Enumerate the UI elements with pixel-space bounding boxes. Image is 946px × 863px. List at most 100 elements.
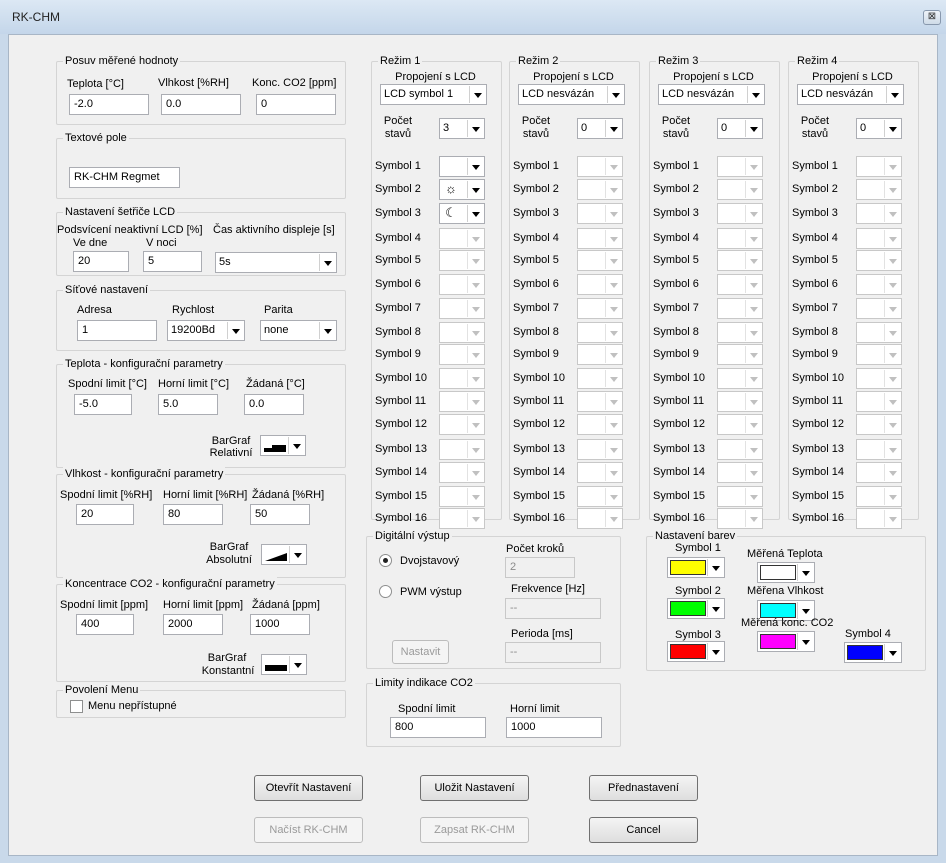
rezim-4-symbol-9-select[interactable] [856, 344, 902, 365]
teplota-bargraf-select[interactable] [260, 435, 306, 456]
rezim-3-pocet-select[interactable]: 0 [717, 118, 763, 139]
limity-horni-input[interactable]: 1000 [506, 717, 602, 738]
vlhkost-bargraf-select[interactable] [261, 544, 307, 565]
rezim-2-symbol-7-select[interactable] [577, 298, 623, 319]
co2-bargraf-select[interactable] [261, 654, 307, 675]
zapsat-rk-chm-button[interactable]: Zapsat RK-CHM [420, 817, 529, 843]
rezim-1-symbol-2-select[interactable]: ☼ [439, 179, 485, 200]
textove-pole-input[interactable]: RK-CHM Regmet [69, 167, 180, 188]
rezim-3-symbol-16-select[interactable] [717, 508, 763, 529]
rezim-1-symbol-11-select[interactable] [439, 391, 485, 412]
rezim-3-symbol-2-select[interactable] [717, 179, 763, 200]
rezim-1-symbol-15-select[interactable] [439, 486, 485, 507]
rezim-2-symbol-14-select[interactable] [577, 462, 623, 483]
posuv-vlhkost-input[interactable]: 0.0 [161, 94, 241, 115]
rezim-3-symbol-3-select[interactable] [717, 203, 763, 224]
rezim-3-symbol-13-select[interactable] [717, 439, 763, 460]
teplota-zadana-input[interactable]: 0.0 [244, 394, 304, 415]
rezim-4-symbol-11-select[interactable] [856, 391, 902, 412]
rezim-3-symbol-15-select[interactable] [717, 486, 763, 507]
teplota-spodni-input[interactable]: -5.0 [74, 394, 132, 415]
cas-aktivniho-select[interactable]: 5s [215, 252, 337, 273]
vlhkost-horni-input[interactable]: 80 [163, 504, 223, 525]
perioda-input[interactable]: -- [505, 642, 601, 663]
adresa-input[interactable]: 1 [77, 320, 157, 341]
rezim-2-symbol-3-select[interactable] [577, 203, 623, 224]
ulozit-nastaveni-button[interactable]: Uložit Nastavení [420, 775, 529, 801]
pocet-kroku-input[interactable]: 2 [505, 557, 575, 578]
co2-zadana-input[interactable]: 1000 [250, 614, 310, 635]
rezim-2-symbol-13-select[interactable] [577, 439, 623, 460]
rezim-3-lcd-select[interactable]: LCD nesvázán [658, 84, 765, 105]
rezim-2-symbol-8-select[interactable] [577, 322, 623, 343]
rezim-3-symbol-5-select[interactable] [717, 250, 763, 271]
barva-2-select[interactable] [667, 598, 725, 619]
rezim-1-symbol-9-select[interactable] [439, 344, 485, 365]
rezim-2-symbol-15-select[interactable] [577, 486, 623, 507]
co2-horni-input[interactable]: 2000 [163, 614, 223, 635]
rezim-2-symbol-9-select[interactable] [577, 344, 623, 365]
rezim-3-symbol-9-select[interactable] [717, 344, 763, 365]
nacist-rk-chm-button[interactable]: Načíst RK-CHM [254, 817, 363, 843]
barva-4-select[interactable] [757, 562, 815, 583]
rezim-1-symbol-14-select[interactable] [439, 462, 485, 483]
rezim-1-symbol-6-select[interactable] [439, 274, 485, 295]
rezim-2-lcd-select[interactable]: LCD nesvázán [518, 84, 625, 105]
rezim-2-symbol-12-select[interactable] [577, 414, 623, 435]
rezim-4-lcd-select[interactable]: LCD nesvázán [797, 84, 904, 105]
rezim-1-symbol-4-select[interactable] [439, 228, 485, 249]
prednastaveni-button[interactable]: Přednastavení [589, 775, 698, 801]
posuv-teplota-input[interactable]: -2.0 [69, 94, 149, 115]
rezim-4-symbol-3-select[interactable] [856, 203, 902, 224]
otevrit-nastaveni-button[interactable]: Otevřít Nastavení [254, 775, 363, 801]
rezim-3-symbol-10-select[interactable] [717, 368, 763, 389]
ve-dne-input[interactable]: 20 [73, 251, 129, 272]
rezim-4-symbol-6-select[interactable] [856, 274, 902, 295]
vlhkost-spodni-input[interactable]: 20 [76, 504, 134, 525]
barva-7-select[interactable] [844, 642, 902, 663]
rezim-2-symbol-11-select[interactable] [577, 391, 623, 412]
rezim-3-symbol-8-select[interactable] [717, 322, 763, 343]
rezim-2-symbol-2-select[interactable] [577, 179, 623, 200]
rezim-1-symbol-8-select[interactable] [439, 322, 485, 343]
rezim-3-symbol-7-select[interactable] [717, 298, 763, 319]
rezim-2-symbol-4-select[interactable] [577, 228, 623, 249]
rezim-4-symbol-10-select[interactable] [856, 368, 902, 389]
rezim-1-lcd-select[interactable]: LCD symbol 1 [380, 84, 487, 105]
barva-6-select[interactable] [757, 631, 815, 652]
parita-select[interactable]: none [260, 320, 337, 341]
rezim-1-symbol-16-select[interactable] [439, 508, 485, 529]
rezim-2-symbol-1-select[interactable] [577, 156, 623, 177]
teplota-horni-input[interactable]: 5.0 [158, 394, 218, 415]
rezim-1-symbol-1-select[interactable] [439, 156, 485, 177]
rezim-4-symbol-5-select[interactable] [856, 250, 902, 271]
menu-nepristupne-checkbox[interactable] [70, 700, 83, 713]
v-noci-input[interactable]: 5 [143, 251, 202, 272]
rezim-4-symbol-16-select[interactable] [856, 508, 902, 529]
rezim-2-pocet-select[interactable]: 0 [577, 118, 623, 139]
rezim-2-symbol-10-select[interactable] [577, 368, 623, 389]
rezim-4-symbol-7-select[interactable] [856, 298, 902, 319]
vlhkost-zadana-input[interactable]: 50 [250, 504, 310, 525]
rezim-1-pocet-select[interactable]: 3 [439, 118, 485, 139]
rezim-3-symbol-11-select[interactable] [717, 391, 763, 412]
rezim-2-symbol-16-select[interactable] [577, 508, 623, 529]
rezim-2-symbol-5-select[interactable] [577, 250, 623, 271]
rezim-4-symbol-4-select[interactable] [856, 228, 902, 249]
rezim-1-symbol-7-select[interactable] [439, 298, 485, 319]
rezim-4-symbol-1-select[interactable] [856, 156, 902, 177]
rezim-3-symbol-12-select[interactable] [717, 414, 763, 435]
limity-spodni-input[interactable]: 800 [390, 717, 486, 738]
frekvence-input[interactable]: -- [505, 598, 601, 619]
posuv-co2-input[interactable]: 0 [256, 94, 336, 115]
rezim-4-symbol-2-select[interactable] [856, 179, 902, 200]
barva-3-select[interactable] [667, 641, 725, 662]
rezim-3-symbol-4-select[interactable] [717, 228, 763, 249]
rezim-1-symbol-10-select[interactable] [439, 368, 485, 389]
rezim-1-symbol-3-select[interactable]: ☾ [439, 203, 485, 224]
rezim-4-pocet-select[interactable]: 0 [856, 118, 902, 139]
co2-spodni-input[interactable]: 400 [76, 614, 134, 635]
barva-1-select[interactable] [667, 557, 725, 578]
pwm-radio[interactable] [379, 585, 392, 598]
rezim-3-symbol-1-select[interactable] [717, 156, 763, 177]
